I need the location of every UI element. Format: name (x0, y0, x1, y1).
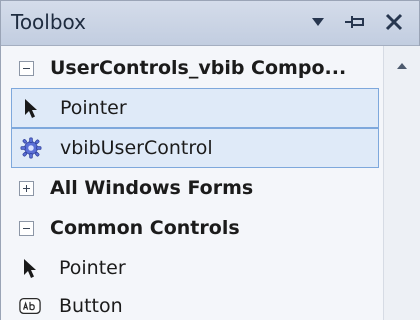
toolbox-window: Toolbox UserControls_vbib Compo... Point… (0, 0, 420, 320)
tool-item-pointer[interactable]: Pointer (11, 248, 379, 288)
pointer-icon (19, 257, 41, 279)
group-label: All Windows Forms (50, 177, 254, 199)
vertical-scrollbar[interactable] (383, 46, 420, 320)
group-label: Common Controls (50, 217, 240, 239)
pin-icon[interactable] (341, 9, 369, 35)
tool-label: vbibUserControl (60, 137, 213, 159)
window-title: Toolbox (11, 10, 86, 34)
chevron-down-icon[interactable] (305, 9, 331, 35)
group-common-controls[interactable]: Common Controls (11, 208, 379, 248)
title-bar: Toolbox (1, 1, 419, 46)
group-label: UserControls_vbib Compo... (50, 57, 347, 79)
group-usercontrols[interactable]: UserControls_vbib Compo... (11, 48, 379, 88)
scroll-up-arrow-icon[interactable] (392, 56, 412, 76)
group-all-windows-forms[interactable]: All Windows Forms (11, 168, 379, 208)
pointer-icon (20, 97, 42, 119)
close-icon[interactable] (379, 9, 409, 35)
collapse-icon[interactable] (19, 60, 34, 76)
tool-label: Pointer (59, 257, 126, 279)
collapse-icon[interactable] (19, 220, 34, 236)
gear-icon (20, 137, 42, 159)
expand-icon[interactable] (19, 180, 34, 196)
tool-label: Pointer (60, 97, 127, 119)
tool-label: Button (59, 295, 123, 317)
tool-item-button[interactable]: Button (11, 286, 379, 326)
tool-item-vbibusercontrol[interactable]: vbibUserControl (11, 128, 379, 168)
tool-item-pointer[interactable]: Pointer (11, 88, 379, 128)
toolbox-list: UserControls_vbib Compo... Pointer vbibU… (1, 46, 419, 320)
button-ab-icon (19, 295, 41, 317)
